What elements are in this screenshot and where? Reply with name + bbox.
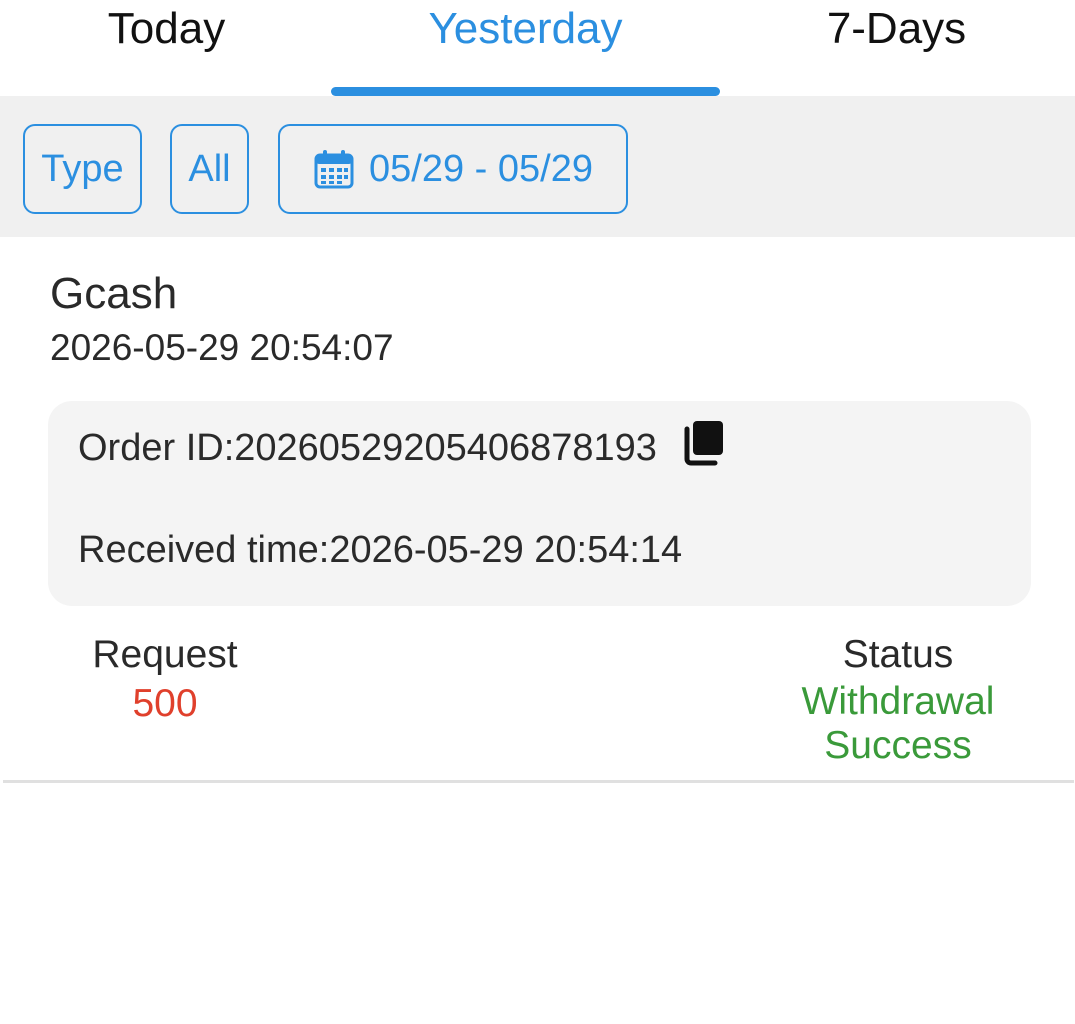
tab-today-label: Today [107,4,226,53]
type-filter-button[interactable]: Type [23,124,142,214]
status-label: Status [842,633,954,676]
all-filter-label: All [188,147,231,190]
tab-bar: Today Yesterday 7-Days [0,0,1075,96]
tab-today[interactable]: Today [0,0,333,96]
calendar-icon [314,150,354,189]
request-amount: 500 [132,682,198,725]
tab-yesterday[interactable]: Yesterday [333,0,718,96]
created-timestamp: 2026-05-29 20:54:07 [50,327,394,368]
order-detail-box: Order ID:20260529205406878193 Received t… [48,401,1031,606]
type-filter-label: Type [41,147,124,190]
payment-method: Gcash [50,269,178,318]
tab-7-days-label: 7-Days [826,4,967,53]
tab-7-days[interactable]: 7-Days [718,0,1075,96]
request-label: Request [92,633,238,676]
tab-yesterday-label: Yesterday [428,4,623,53]
received-time: Received time:2026-05-29 20:54:14 [78,529,683,571]
date-range-button[interactable]: 05/29 - 05/29 [278,124,628,214]
status-value-line-2: Success [824,724,972,767]
order-id-row: Order ID:20260529205406878193 [78,421,725,470]
filter-bar: Type All 05/29 - 05/29 [0,96,1075,237]
status-value: Withdrawal Success [780,680,1016,768]
all-filter-button[interactable]: All [170,124,249,214]
active-tab-indicator [331,87,720,96]
status-value-line-1: Withdrawal [801,680,995,723]
record-divider [3,780,1074,783]
order-id: Order ID:20260529205406878193 [78,427,657,469]
transaction-record: Gcash 2026-05-29 20:54:07 Order ID:20260… [0,237,1075,783]
date-range-label: 05/29 - 05/29 [369,147,593,190]
copy-icon[interactable] [683,419,725,467]
